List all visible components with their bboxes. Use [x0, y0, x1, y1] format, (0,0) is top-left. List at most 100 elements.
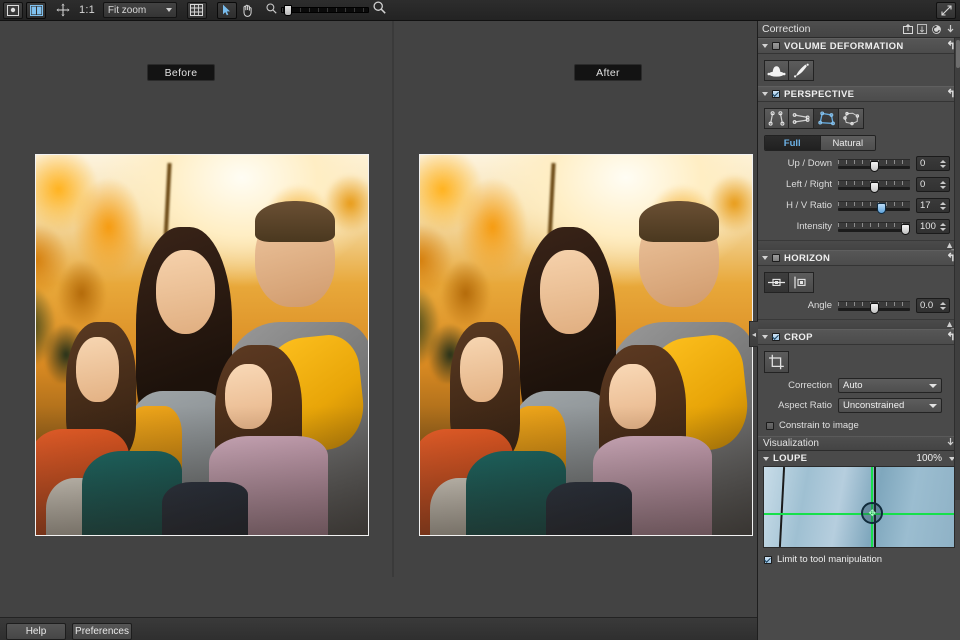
slider-knob[interactable]: [901, 224, 910, 235]
spinner-arrows-icon[interactable]: [939, 201, 947, 210]
reset-all-icon[interactable]: [930, 24, 942, 35]
crop-aspect-select[interactable]: Unconstrained: [838, 398, 942, 413]
perspective-mode-segmented[interactable]: Full Natural: [764, 135, 876, 151]
volume-deformation-title: VOLUME DEFORMATION: [784, 40, 904, 52]
spinner-arrows-icon[interactable]: [939, 180, 947, 189]
slider-angle[interactable]: [838, 301, 910, 314]
visualization-title: Visualization: [763, 438, 819, 449]
zoom-in-icon[interactable]: [373, 1, 386, 19]
chevron-down-icon[interactable]: [762, 44, 768, 48]
volume-brush-icon[interactable]: [789, 60, 814, 81]
volume-deformation-checkbox[interactable]: [772, 42, 780, 50]
panel-scrollbar[interactable]: [954, 38, 960, 500]
horizon-body: Angle 0.0: [758, 266, 960, 319]
collapse-section-icon[interactable]: ▲̲: [945, 320, 954, 329]
limit-to-tool-row[interactable]: Limit to tool manipulation: [758, 548, 960, 565]
crop-tools: [764, 351, 954, 373]
chevron-down-icon[interactable]: [763, 456, 769, 461]
chevron-down-icon[interactable]: [762, 256, 768, 260]
crop-correction-select[interactable]: Auto: [838, 378, 942, 393]
loupe-header[interactable]: LOUPE 100%: [758, 451, 960, 466]
volume-deformation-tools: [764, 60, 954, 81]
slider-up-down[interactable]: [838, 159, 910, 172]
import-icon[interactable]: [916, 24, 928, 35]
panel-scroll-thumb[interactable]: [956, 40, 960, 68]
before-image[interactable]: [35, 154, 369, 536]
spinner-intensity[interactable]: 100: [916, 219, 950, 234]
after-image[interactable]: [419, 154, 753, 536]
image-canvas[interactable]: Before After: [0, 21, 757, 617]
spinner-arrows-icon[interactable]: [939, 301, 947, 310]
chevron-down-icon[interactable]: [762, 92, 768, 96]
zoom-level-select[interactable]: Fit zoom: [102, 2, 177, 18]
slider-row-angle: Angle 0.0: [764, 297, 954, 314]
section-header-crop[interactable]: CROP ↰: [758, 329, 960, 345]
collapse-section-icon[interactable]: ▲̲: [945, 241, 954, 250]
maximize-icon[interactable]: [936, 1, 956, 19]
slider-left-right[interactable]: [838, 180, 910, 193]
collapse-all-icon[interactable]: [944, 24, 956, 35]
move-crosshair-icon[interactable]: ✥: [861, 502, 884, 525]
export-icon[interactable]: [902, 24, 914, 35]
eight-point-icon[interactable]: [839, 108, 864, 129]
perspective-checkbox[interactable]: [772, 90, 780, 98]
spinner-left-right[interactable]: 0: [916, 177, 950, 192]
horizon-vertical-icon[interactable]: [789, 272, 814, 293]
compare-view-icon[interactable]: [26, 1, 46, 19]
visualization-header[interactable]: Visualization: [758, 436, 960, 451]
volume-face-icon[interactable]: [764, 60, 789, 81]
zoom-slider-knob[interactable]: [283, 5, 292, 16]
perspective-collapse-bar[interactable]: ▲̲: [758, 240, 960, 250]
panel-collapse-handle[interactable]: ◂: [749, 321, 758, 347]
slider-intensity[interactable]: [838, 222, 910, 235]
horizon-horizontal-icon[interactable]: [764, 272, 789, 293]
perspective-mode-natural[interactable]: Natural: [819, 136, 875, 150]
grid-icon[interactable]: [186, 1, 207, 19]
spinner-arrows-icon[interactable]: [939, 159, 947, 168]
crop-tool-icon[interactable]: [764, 351, 789, 373]
slider-row-up-down: Up / Down 0: [764, 155, 954, 172]
horizon-checkbox[interactable]: [772, 254, 780, 262]
spinner-up-down[interactable]: 0: [916, 156, 950, 171]
section-header-perspective[interactable]: PERSPECTIVE ↰: [758, 86, 960, 102]
section-header-horizon[interactable]: HORIZON ↰: [758, 250, 960, 266]
help-button[interactable]: Help: [6, 623, 66, 640]
chevron-down-icon[interactable]: [762, 335, 768, 339]
hand-icon[interactable]: [237, 2, 259, 19]
zoom-out-icon[interactable]: [266, 1, 277, 19]
slider-knob[interactable]: [869, 182, 879, 193]
spinner-value: 0: [920, 158, 926, 169]
horizon-collapse-bar[interactable]: ▲̲: [758, 319, 960, 329]
preferences-button[interactable]: Preferences: [72, 623, 132, 640]
loupe-preview[interactable]: ✥: [763, 466, 955, 548]
loupe-zoom-value[interactable]: 100%: [916, 453, 942, 464]
zoom-ratio-label[interactable]: 1:1: [73, 4, 101, 16]
perspective-mode-full[interactable]: Full: [765, 136, 820, 150]
slider-label-intensity: Intensity: [796, 221, 832, 232]
horizontal-lines-icon[interactable]: [789, 108, 814, 129]
pointer-icon[interactable]: [216, 1, 237, 19]
top-toolbar: 1:1 Fit zoom: [0, 0, 960, 21]
single-view-icon[interactable]: [3, 1, 23, 19]
rectangle-icon[interactable]: [814, 108, 839, 129]
pane-divider: [392, 21, 394, 577]
spinner-arrows-icon[interactable]: [939, 222, 947, 231]
slider-knob[interactable]: [869, 161, 879, 172]
constrain-to-image-row[interactable]: Constrain to image: [764, 420, 954, 431]
limit-to-tool-checkbox[interactable]: [764, 555, 772, 564]
spinner-angle[interactable]: 0.0: [916, 298, 950, 313]
application-window: 1:1 Fit zoom Before After Help Preferenc…: [0, 0, 960, 640]
slider-knob[interactable]: [869, 303, 879, 314]
constrain-to-image-checkbox[interactable]: [766, 421, 774, 430]
zoom-slider[interactable]: [280, 5, 369, 16]
section-header-volume-deformation[interactable]: VOLUME DEFORMATION ↰: [758, 38, 960, 54]
crop-checkbox[interactable]: [772, 333, 780, 341]
spinner-hv-ratio[interactable]: 17: [916, 198, 950, 213]
pan-icon[interactable]: [53, 2, 73, 19]
vertical-lines-icon[interactable]: [764, 108, 789, 129]
slider-hv-ratio[interactable]: [838, 201, 910, 214]
constrain-to-image-label: Constrain to image: [779, 420, 859, 431]
after-label: After: [574, 64, 642, 81]
chevron-down-icon: [929, 403, 937, 408]
slider-knob[interactable]: [876, 203, 886, 214]
